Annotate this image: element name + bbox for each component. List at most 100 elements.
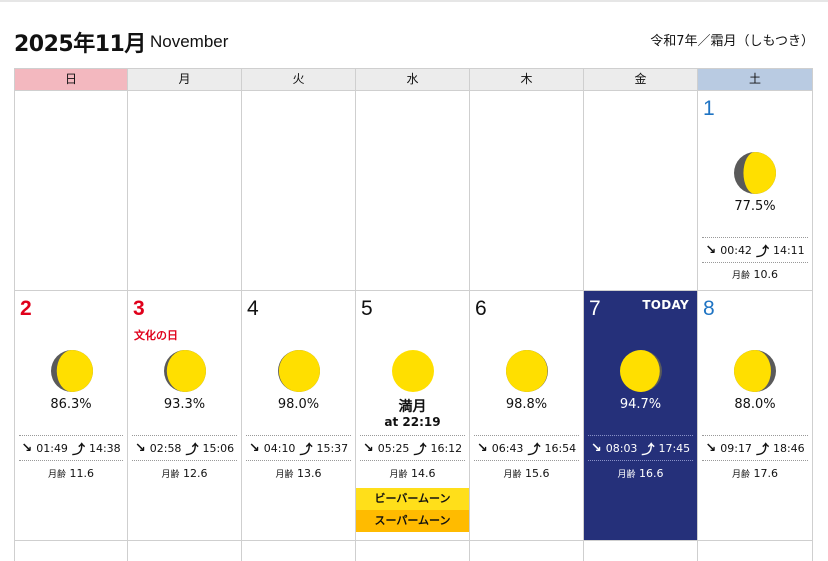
week-row-1: 1 77.5% ↘ 00:42 ⤴ 14:11 月齢 10.6 <box>14 91 814 291</box>
moon-times: ↘ 00:42 ⤴ 14:11 <box>702 237 808 263</box>
day-cell-empty <box>356 91 470 291</box>
weekday-tue: 火 <box>242 68 356 91</box>
moonset-time: 09:17 <box>720 441 752 455</box>
day-cell-empty <box>584 91 698 291</box>
moonset-icon: ↘ <box>590 440 602 456</box>
moonset-time: 01:49 <box>36 441 68 455</box>
moon-age: 月齢 16.6 <box>617 467 664 480</box>
day-cell-4[interactable]: 4 98.0% ↘ 04:10 ⤴ 15:37 月齢 13.6 <box>242 291 356 541</box>
moon-lit <box>278 350 320 392</box>
day-cell-partial[interactable] <box>242 541 356 561</box>
moon-age: 月齢 12.6 <box>161 467 208 480</box>
moonrise-time: 17:45 <box>658 441 691 455</box>
moonrise-icon: ⤴ <box>641 442 655 458</box>
moonset-time: 02:58 <box>149 441 182 455</box>
day-number: 8 <box>703 297 715 320</box>
moonrise-time: 16:12 <box>430 441 463 455</box>
day-cell-3[interactable]: 3 文化の日 93.3% ↘ 02:58 ⤴ 15:06 月齢 12.6 <box>128 291 242 541</box>
weekday-fri: 金 <box>584 68 698 91</box>
day-cell-2[interactable]: 2 86.3% ↘ 01:49 ⤴ 14:38 月齢 11.6 <box>14 291 128 541</box>
full-moon-label: 満月 <box>398 399 427 415</box>
moonset-icon: ↘ <box>134 440 146 456</box>
day-number: 4 <box>247 297 259 320</box>
illumination-percent: 93.3% <box>163 397 206 412</box>
moonrise-time: 14:38 <box>88 441 121 455</box>
moonset-icon: ↘ <box>362 440 374 456</box>
weekday-mon: 月 <box>128 68 242 91</box>
moonrise-icon: ⤴ <box>755 244 769 260</box>
moon-times: ↘ 05:25 ⤴ 16:12 <box>360 435 465 461</box>
supermoon-tag[interactable]: スーパームーン <box>356 510 469 532</box>
moon-age: 月齢 14.6 <box>389 467 436 480</box>
moon-phase-icon <box>734 152 776 194</box>
day-number: 6 <box>475 297 487 320</box>
calendar-header: 2025年11月 November 令和7年／霜月（しもつき） <box>14 24 814 58</box>
moon-lit <box>166 350 206 392</box>
day-cell-partial[interactable] <box>14 541 128 561</box>
moon-phase-icon <box>278 350 320 392</box>
weekday-sun: 日 <box>14 68 128 91</box>
day-cell-partial[interactable] <box>470 541 584 561</box>
day-cell-empty <box>14 91 128 291</box>
moon-times: ↘ 09:17 ⤴ 18:46 <box>702 435 808 461</box>
illumination-percent: 98.0% <box>277 397 320 412</box>
moon-times: ↘ 01:49 ⤴ 14:38 <box>19 435 123 461</box>
era-label: 令和7年／霜月（しもつき） <box>650 34 814 49</box>
moon-times: ↘ 06:43 ⤴ 16:54 <box>474 435 579 461</box>
moonset-icon: ↘ <box>705 440 717 456</box>
moon-lit <box>620 350 660 392</box>
day-cell-partial[interactable] <box>356 541 470 561</box>
moonset-icon: ↘ <box>248 440 260 456</box>
moonrise-icon: ⤴ <box>71 442 85 458</box>
top-divider <box>0 0 828 2</box>
moonrise-icon: ⤴ <box>527 442 541 458</box>
day-cell-empty <box>470 91 584 291</box>
day-cell-partial[interactable] <box>584 541 698 561</box>
illumination-percent: 98.8% <box>505 397 548 412</box>
moon-lit <box>743 152 776 194</box>
day-cell-empty <box>128 91 242 291</box>
full-moon-icon <box>392 350 434 392</box>
day-cell-8[interactable]: 8 88.0% ↘ 09:17 ⤴ 18:46 月齢 17.6 <box>698 291 813 541</box>
holiday-label: 文化の日 <box>134 329 178 342</box>
moon-age: 月齢 17.6 <box>731 467 778 480</box>
today-badge: TODAY <box>642 298 689 312</box>
weekday-thu: 木 <box>470 68 584 91</box>
illumination-percent: 88.0% <box>734 397 776 412</box>
illumination-percent: 77.5% <box>734 199 776 214</box>
moonset-icon: ↘ <box>21 440 33 456</box>
page-title: 2025年11月 <box>14 32 146 57</box>
moon-lit <box>506 350 548 392</box>
moonrise-time: 15:37 <box>316 441 349 455</box>
moon-phase-icon <box>620 350 662 392</box>
moon-phase-icon <box>734 350 776 392</box>
day-cell-partial[interactable] <box>128 541 242 561</box>
illumination-percent: 94.7% <box>619 397 662 412</box>
moon-phase-icon <box>506 350 548 392</box>
moonrise-icon: ⤴ <box>185 442 199 458</box>
moon-shadow <box>392 350 434 392</box>
moon-times: ↘ 08:03 ⤴ 17:45 <box>588 435 693 461</box>
day-cell-7-today[interactable]: 7 TODAY 94.7% ↘ 08:03 ⤴ 17:45 月齢 16.6 <box>584 291 698 541</box>
day-number: 7 <box>589 297 601 320</box>
moon-age: 月齢 15.6 <box>503 467 550 480</box>
full-moon-time: at 22:19 <box>384 415 441 429</box>
week-row-3 <box>14 541 814 561</box>
moon-phase-icon <box>51 350 93 392</box>
moon-times: ↘ 02:58 ⤴ 15:06 <box>132 435 237 461</box>
beaver-moon-tag[interactable]: ビーバームーン <box>356 488 469 510</box>
moonrise-time: 16:54 <box>544 441 577 455</box>
day-cell-6[interactable]: 6 98.8% ↘ 06:43 ⤴ 16:54 月齢 15.6 <box>470 291 584 541</box>
day-cell-partial[interactable] <box>698 541 813 561</box>
week-row-2: 2 86.3% ↘ 01:49 ⤴ 14:38 月齢 11.6 3 文化の日 93.… <box>14 291 814 541</box>
day-number: 1 <box>703 97 715 120</box>
day-cell-5[interactable]: 5 満月 at 22:19 ↘ 05:25 ⤴ 16:12 月齢 14.6 ビーバー… <box>356 291 470 541</box>
day-cell-1[interactable]: 1 77.5% ↘ 00:42 ⤴ 14:11 月齢 10.6 <box>698 91 813 291</box>
moonrise-icon: ⤴ <box>413 442 427 458</box>
moonset-time: 05:25 <box>377 441 410 455</box>
moonset-time: 08:03 <box>605 441 638 455</box>
moon-age: 月齢 13.6 <box>275 467 322 480</box>
moonrise-time: 18:46 <box>772 441 805 455</box>
day-number: 2 <box>20 297 32 320</box>
month-english: November <box>150 32 229 51</box>
